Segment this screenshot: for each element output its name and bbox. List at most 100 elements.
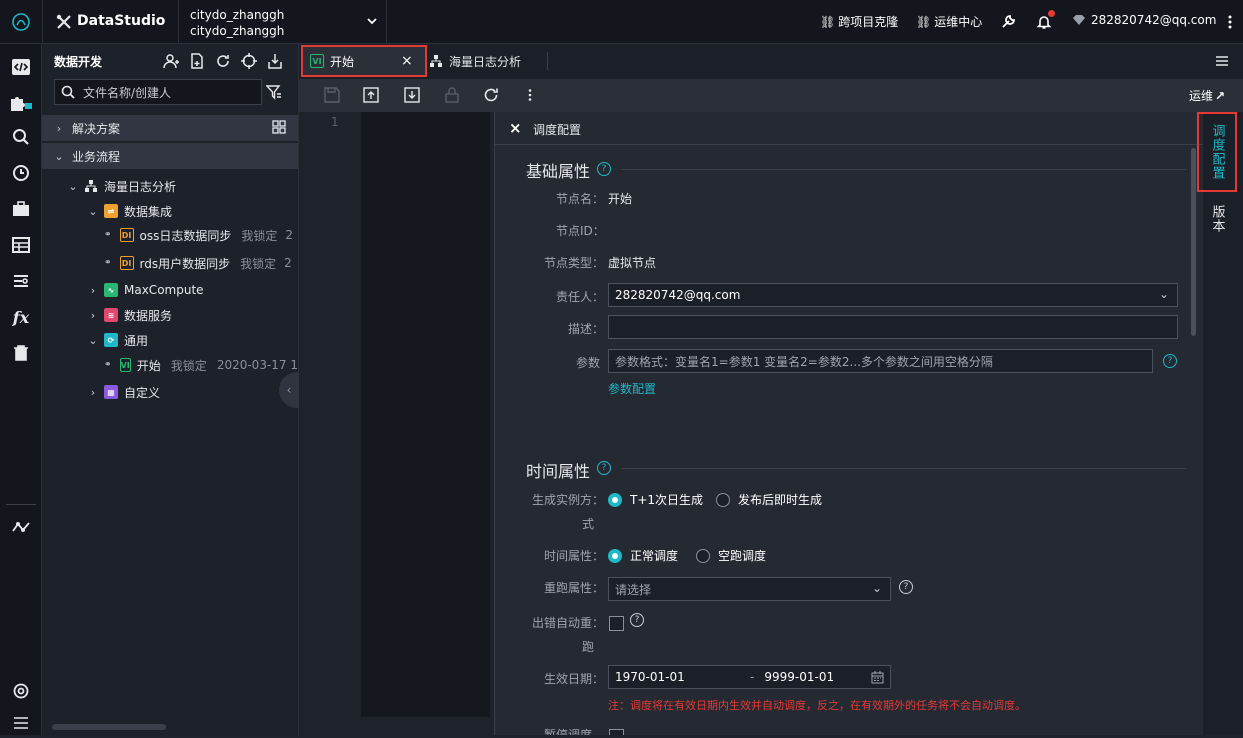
app-name: DataStudio — [77, 13, 166, 29]
section-solutions[interactable]: › 解决方案 — [42, 115, 298, 141]
radio-unchecked[interactable] — [716, 492, 730, 507]
tree-item-task[interactable]: ⚭ DI oss日志数据同步 我锁定 2 — [104, 223, 298, 247]
params-config-link[interactable]: 参数配置 — [608, 380, 656, 397]
radio-checked[interactable] — [608, 548, 622, 563]
editor-text-area[interactable] — [361, 112, 490, 717]
tree-item-maxcompute[interactable]: › ∿ MaxCompute — [86, 278, 204, 302]
save-icon[interactable] — [323, 86, 341, 104]
close-icon[interactable]: × — [509, 119, 522, 137]
auto-rerun-checkbox[interactable] — [609, 616, 624, 631]
tree-item-task[interactable]: ⚭ DI rds用户数据同步 我锁定 2 — [104, 251, 298, 275]
vertical-scrollbar[interactable] — [1191, 148, 1196, 336]
list-settings-icon[interactable] — [0, 266, 42, 296]
effect-date-note: 注：调度将在有效日期内生效并自动调度，反之，在有效期外的任务将不会自动调度。 — [608, 699, 1026, 712]
filter-icon[interactable] — [264, 82, 284, 102]
data-dev-sidebar: 数据开发 文件名称/创建人 › 解决方案 ⌄ 业务流程 ⌄ 海量日志分析 ⌄ ⇌… — [42, 44, 299, 735]
auto-rerun-label-cont: 跑 — [582, 640, 595, 654]
di-badge-icon: DI — [119, 228, 134, 242]
wrench-icon[interactable] — [998, 12, 1018, 32]
table-icon[interactable] — [0, 230, 42, 260]
locate-icon[interactable] — [240, 52, 258, 70]
briefcase-icon[interactable] — [0, 194, 42, 224]
tree-item-flow[interactable]: ⌄ 海量日志分析 — [66, 174, 176, 198]
tab-log-analysis[interactable]: 海量日志分析 — [429, 45, 549, 77]
gen-mode-label-cont: 式 — [582, 517, 595, 531]
pause-checkbox[interactable] — [609, 729, 624, 735]
grid-icon[interactable] — [272, 120, 286, 134]
project-line-2: citydo_zhanggh — [190, 24, 285, 38]
close-icon[interactable]: × — [401, 53, 413, 69]
refresh-icon[interactable] — [482, 86, 500, 104]
sidebar-search-input[interactable]: 文件名称/创建人 — [54, 79, 262, 105]
tab-version[interactable]: 版本 — [1197, 202, 1237, 236]
submit-icon[interactable] — [362, 86, 380, 104]
help-icon[interactable]: ? — [630, 613, 644, 627]
tab-start[interactable]: VI 开始 × — [301, 45, 427, 77]
gen-option-immediate[interactable]: 发布后即时生成 — [716, 491, 822, 508]
time-attr-label: 时间属性： — [544, 549, 605, 563]
chevron-down-icon: ⌄ — [68, 179, 78, 193]
time-option-dry-run[interactable]: 空跑调度 — [696, 547, 766, 564]
logo-icon[interactable] — [0, 0, 42, 44]
clock-icon[interactable] — [0, 158, 42, 188]
lock-link-icon: ⚭ — [104, 258, 112, 268]
tree-item-data-integration[interactable]: ⌄ ⇌ 数据集成 — [86, 199, 172, 223]
refresh-icon[interactable] — [214, 52, 232, 70]
collapse-sidebar-handle[interactable]: ‹ — [279, 372, 299, 408]
new-file-icon[interactable] — [188, 52, 206, 70]
chevron-right-icon: › — [90, 283, 96, 297]
datastudio-tools-icon — [54, 12, 74, 32]
lock-link-icon: ⚭ — [104, 230, 112, 240]
cross-project-clone-link[interactable]: ⛓ 跨项目克隆 — [820, 13, 898, 30]
tree-item-custom[interactable]: › ▦ 自定义 — [86, 380, 160, 404]
basic-section-title: 基础属性 — [526, 162, 591, 181]
bell-icon[interactable] — [1034, 10, 1055, 32]
horizontal-scrollbar[interactable] — [52, 724, 166, 730]
lock-icon[interactable] — [443, 86, 461, 104]
node-name-label: 节点名： — [556, 192, 605, 206]
ops-center-link[interactable]: ⛓ 运维中心 — [916, 13, 982, 30]
menu-icon[interactable] — [0, 708, 42, 738]
deploy-icon[interactable] — [403, 86, 421, 104]
trash-icon[interactable] — [0, 338, 42, 368]
search-icon[interactable] — [0, 122, 42, 152]
effect-date-range[interactable]: 1970-01-01 - 9999-01-01 — [608, 665, 891, 689]
params-input[interactable]: 参数格式：变量名1=参数1 变量名2=参数2...多个参数之间用空格分隔 — [608, 349, 1153, 373]
settings-icon[interactable] — [0, 676, 42, 706]
help-icon[interactable]: ? — [597, 461, 611, 475]
help-icon[interactable]: ? — [899, 580, 913, 594]
end-date[interactable]: 9999-01-01 — [764, 670, 834, 684]
radio-unchecked[interactable] — [696, 548, 710, 563]
time-option-normal[interactable]: 正常调度 — [608, 547, 678, 564]
more-vertical-icon[interactable] — [1222, 12, 1238, 32]
desc-input[interactable] — [608, 315, 1178, 339]
code-editor[interactable]: 1 — [299, 112, 492, 735]
tree-item-data-service[interactable]: › ≋ 数据服务 — [86, 303, 172, 327]
menu-icon[interactable] — [1213, 52, 1231, 70]
owner-select[interactable]: 282820742@qq.com ⌄ — [608, 283, 1178, 307]
user-menu[interactable]: 282820742@qq.com — [1072, 13, 1216, 27]
code-dev-icon[interactable] — [0, 52, 42, 82]
tab-schedule-config[interactable]: 调度配置 — [1197, 112, 1237, 192]
radio-checked[interactable] — [608, 492, 622, 507]
function-icon[interactable]: fx — [0, 302, 42, 332]
puzzle-lock-icon[interactable] — [0, 88, 42, 118]
gen-option-t1[interactable]: T+1次日生成 — [608, 491, 703, 508]
more-vertical-icon[interactable] — [521, 86, 539, 104]
line-number: 1 — [331, 115, 339, 129]
ops-link[interactable]: 运维 ↗ — [1189, 87, 1225, 104]
calendar-icon[interactable] — [871, 671, 884, 684]
tree-item-start-node[interactable]: ⚭ VI 开始 我锁定 2020-03-17 1 — [104, 353, 298, 377]
import-icon[interactable] — [266, 52, 284, 70]
help-icon[interactable]: ? — [597, 162, 611, 176]
tree-item-general[interactable]: ⌄ ⟳ 通用 — [86, 328, 148, 352]
workflow-graph-icon[interactable] — [0, 512, 42, 542]
chevron-down-icon — [365, 14, 379, 28]
help-icon[interactable]: ? — [1163, 354, 1177, 368]
search-icon — [61, 85, 75, 99]
add-user-icon[interactable] — [162, 52, 180, 70]
section-workflow[interactable]: ⌄ 业务流程 — [42, 143, 298, 169]
project-selector[interactable]: citydo_zhanggh citydo_zhanggh — [179, 0, 386, 44]
rerun-select[interactable]: 请选择 ⌄ — [608, 577, 891, 601]
start-date[interactable]: 1970-01-01 — [615, 670, 750, 684]
